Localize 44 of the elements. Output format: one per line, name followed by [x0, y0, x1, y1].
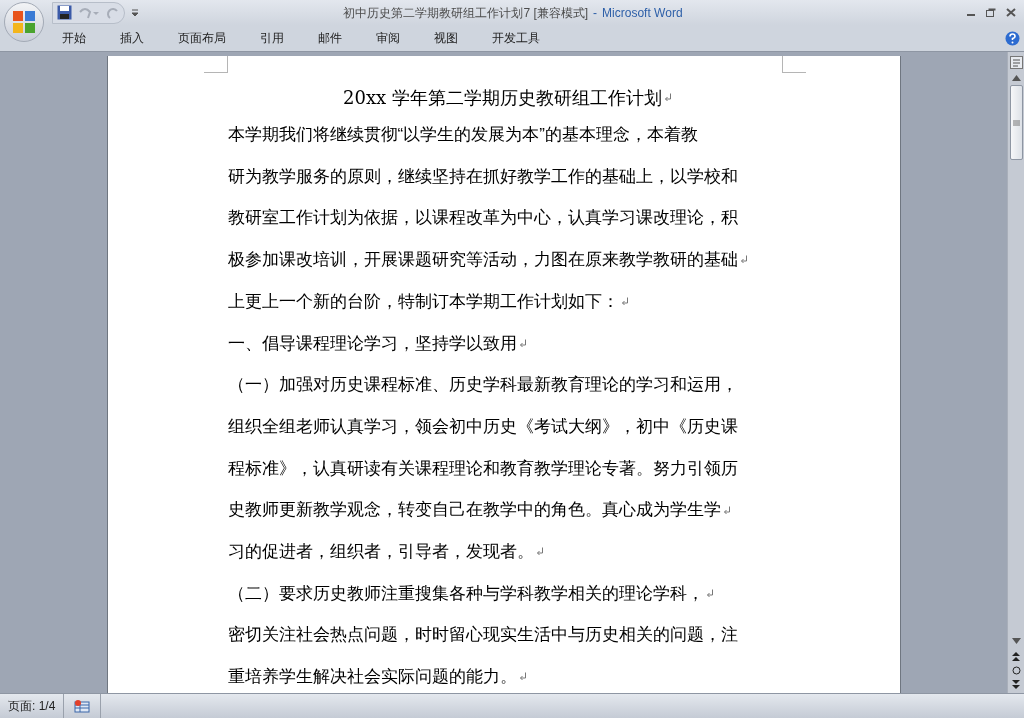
- browse-object-icon[interactable]: [1011, 666, 1021, 675]
- document-text-line: 密切关注社会热点问题，时时留心现实生活中与历史相关的问题，注: [227, 624, 738, 647]
- ribbon-tab[interactable]: 开始: [60, 29, 88, 47]
- document-text-line: 组织全组老师认真学习，领会初中历史《考试大纲》，初中《历史课: [227, 415, 738, 438]
- document-text-line: （二）要求历史教师注重搜集各种与学科教学相关的理论学科，: [227, 582, 704, 605]
- document-text-line: 教研室工作计划为依据，以课程改革为中心，认真学习课改理论，积: [227, 207, 738, 230]
- ribbon-tab[interactable]: 审阅: [374, 29, 402, 47]
- previous-page-icon[interactable]: [1012, 652, 1020, 661]
- ribbon-tab[interactable]: 引用: [258, 29, 286, 47]
- document-text-line: 本学期我们将继续贯彻“以学生的发展为本”的基本理念，本着教: [227, 124, 698, 147]
- document-title: 初中历史第二学期教研组工作计划7 [兼容模式]: [343, 4, 589, 22]
- office-logo-icon: [12, 10, 36, 34]
- restore-icon[interactable]: [986, 8, 996, 17]
- document-text-line: 重培养学生解决社会实际问题的能力。: [227, 666, 517, 689]
- title-separator: -: [593, 4, 598, 22]
- ribbon-tab[interactable]: 邮件: [316, 29, 344, 47]
- document-text-line: （一）加强对历史课程标准、历史学科最新教育理论的学习和运用，: [227, 374, 738, 397]
- document-text-line: 史教师更新教学观念，转变自己在教学中的角色。真心成为学生学: [227, 499, 721, 522]
- scrollbar-thumb[interactable]: [1009, 85, 1023, 160]
- proofing-status-icon[interactable]: [74, 699, 91, 713]
- document-text-line: 程标准》，认真研读有关课程理论和教育教学理论专著。努力引领历: [227, 457, 738, 480]
- help-icon[interactable]: [1005, 30, 1020, 46]
- page-count[interactable]: 页面: 1/4: [0, 694, 65, 718]
- save-icon[interactable]: [57, 5, 72, 20]
- close-icon[interactable]: [1006, 8, 1016, 17]
- margin-corner-mark: [203, 56, 228, 73]
- document-text-line: 习的促进者，组织者，引导者，发现者。: [227, 540, 534, 563]
- scroll-up-icon[interactable]: [1011, 75, 1021, 81]
- document-text-line: 极参加课改培训，开展课题研究等活动，力图在原来教学教研的基础: [227, 249, 738, 272]
- document-text-line: 上更上一个新的台阶，特制订本学期工作计划如下：: [227, 290, 619, 313]
- ribbon-tab[interactable]: 插入: [118, 29, 146, 47]
- next-page-icon[interactable]: [1012, 680, 1020, 689]
- ribbon-tab[interactable]: 视图: [432, 29, 460, 47]
- ruler-toggle-icon[interactable]: [1009, 56, 1023, 69]
- ribbon-tab[interactable]: 页面布局: [176, 29, 228, 47]
- customize-toolbar-icon[interactable]: [131, 8, 139, 17]
- app-name: Microsoft Word: [602, 4, 683, 22]
- document-text-line: 一、倡导课程理论学习，坚持学以致用: [227, 332, 517, 355]
- document-text-line: 研为教学服务的原则，继续坚持在抓好教学工作的基础上，以学校和: [227, 165, 738, 188]
- scroll-down-icon[interactable]: [1011, 638, 1021, 644]
- margin-corner-mark: [781, 56, 806, 73]
- ribbon-tab[interactable]: 开发工具: [490, 29, 542, 47]
- office-button[interactable]: [4, 2, 44, 42]
- document-heading: 20xx 学年第二学期历史教研组工作计划: [343, 85, 662, 110]
